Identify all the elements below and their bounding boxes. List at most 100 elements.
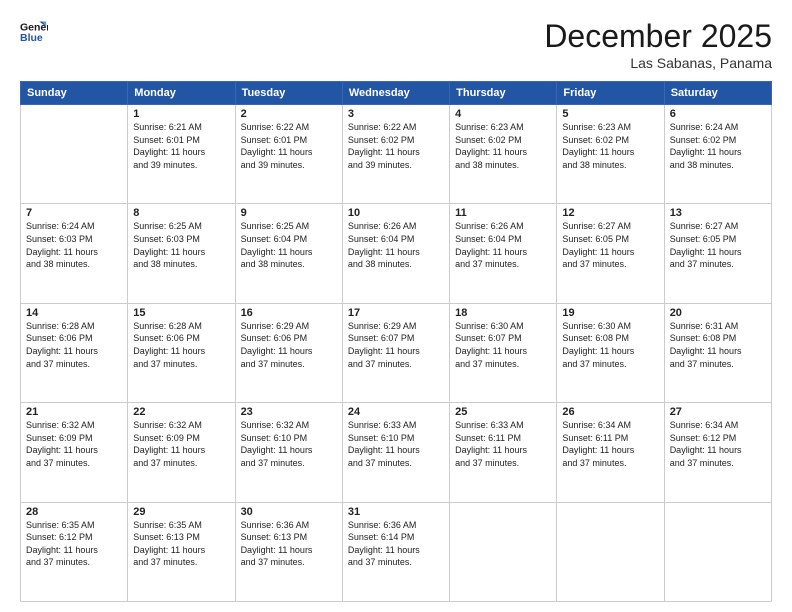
calendar-cell: 22Sunrise: 6:32 AM Sunset: 6:09 PM Dayli…	[128, 403, 235, 502]
day-number: 4	[455, 108, 551, 120]
weekday-header-tuesday: Tuesday	[235, 82, 342, 105]
calendar-cell: 11Sunrise: 6:26 AM Sunset: 6:04 PM Dayli…	[450, 204, 557, 303]
day-number: 14	[26, 307, 122, 319]
calendar-cell: 13Sunrise: 6:27 AM Sunset: 6:05 PM Dayli…	[664, 204, 771, 303]
day-info: Sunrise: 6:21 AM Sunset: 6:01 PM Dayligh…	[133, 121, 229, 171]
day-info: Sunrise: 6:27 AM Sunset: 6:05 PM Dayligh…	[670, 220, 766, 270]
day-number: 23	[241, 406, 337, 418]
calendar-cell: 23Sunrise: 6:32 AM Sunset: 6:10 PM Dayli…	[235, 403, 342, 502]
day-info: Sunrise: 6:32 AM Sunset: 6:10 PM Dayligh…	[241, 419, 337, 469]
calendar-cell: 25Sunrise: 6:33 AM Sunset: 6:11 PM Dayli…	[450, 403, 557, 502]
svg-text:Blue: Blue	[20, 32, 43, 44]
location: Las Sabanas, Panama	[544, 55, 772, 71]
calendar-cell: 2Sunrise: 6:22 AM Sunset: 6:01 PM Daylig…	[235, 105, 342, 204]
calendar-cell: 14Sunrise: 6:28 AM Sunset: 6:06 PM Dayli…	[21, 303, 128, 402]
calendar-cell: 15Sunrise: 6:28 AM Sunset: 6:06 PM Dayli…	[128, 303, 235, 402]
calendar-cell	[21, 105, 128, 204]
calendar-cell: 12Sunrise: 6:27 AM Sunset: 6:05 PM Dayli…	[557, 204, 664, 303]
calendar-cell: 26Sunrise: 6:34 AM Sunset: 6:11 PM Dayli…	[557, 403, 664, 502]
day-number: 1	[133, 108, 229, 120]
day-info: Sunrise: 6:22 AM Sunset: 6:02 PM Dayligh…	[348, 121, 444, 171]
day-number: 8	[133, 207, 229, 219]
calendar-cell: 30Sunrise: 6:36 AM Sunset: 6:13 PM Dayli…	[235, 502, 342, 601]
day-number: 11	[455, 207, 551, 219]
day-info: Sunrise: 6:27 AM Sunset: 6:05 PM Dayligh…	[562, 220, 658, 270]
day-number: 16	[241, 307, 337, 319]
day-number: 20	[670, 307, 766, 319]
calendar-cell: 21Sunrise: 6:32 AM Sunset: 6:09 PM Dayli…	[21, 403, 128, 502]
weekday-header-saturday: Saturday	[664, 82, 771, 105]
day-number: 17	[348, 307, 444, 319]
day-info: Sunrise: 6:30 AM Sunset: 6:07 PM Dayligh…	[455, 320, 551, 370]
day-number: 13	[670, 207, 766, 219]
calendar-cell	[450, 502, 557, 601]
day-info: Sunrise: 6:30 AM Sunset: 6:08 PM Dayligh…	[562, 320, 658, 370]
day-number: 30	[241, 506, 337, 518]
day-info: Sunrise: 6:26 AM Sunset: 6:04 PM Dayligh…	[455, 220, 551, 270]
calendar-cell: 4Sunrise: 6:23 AM Sunset: 6:02 PM Daylig…	[450, 105, 557, 204]
calendar-cell: 16Sunrise: 6:29 AM Sunset: 6:06 PM Dayli…	[235, 303, 342, 402]
logo: General Blue	[20, 18, 48, 46]
day-info: Sunrise: 6:24 AM Sunset: 6:02 PM Dayligh…	[670, 121, 766, 171]
day-info: Sunrise: 6:31 AM Sunset: 6:08 PM Dayligh…	[670, 320, 766, 370]
day-number: 5	[562, 108, 658, 120]
calendar-cell: 10Sunrise: 6:26 AM Sunset: 6:04 PM Dayli…	[342, 204, 449, 303]
day-number: 9	[241, 207, 337, 219]
day-number: 29	[133, 506, 229, 518]
week-row-3: 21 Sunrise: 6:32 AM Sunset: 6:09 PM Dayli…	[21, 403, 772, 502]
day-info: Sunrise: 6:22 AM Sunset: 6:01 PM Dayligh…	[241, 121, 337, 171]
day-info: Sunrise: 6:36 AM Sunset: 6:14 PM Dayligh…	[348, 519, 444, 569]
day-info: Sunrise: 6:28 AM Sunset: 6:06 PM Dayligh…	[26, 320, 122, 370]
day-info: Sunrise: 6:25 AM Sunset: 6:03 PM Dayligh…	[133, 220, 229, 270]
day-number: 24	[348, 406, 444, 418]
day-info: Sunrise: 6:32 AM Sunset: 6:09 PM Dayligh…	[133, 419, 229, 469]
day-info: Sunrise: 6:34 AM Sunset: 6:12 PM Dayligh…	[670, 419, 766, 469]
day-info: Sunrise: 6:33 AM Sunset: 6:11 PM Dayligh…	[455, 419, 551, 469]
week-row-0: 1Sunrise: 6:21 AM Sunset: 6:01 PM Daylig…	[21, 105, 772, 204]
weekday-header-row: SundayMondayTuesdayWednesdayThursdayFrid…	[21, 82, 772, 105]
day-info: Sunrise: 6:24 AM Sunset: 6:03 PM Dayligh…	[26, 220, 122, 270]
calendar-cell: 5Sunrise: 6:23 AM Sunset: 6:02 PM Daylig…	[557, 105, 664, 204]
calendar-cell: 1Sunrise: 6:21 AM Sunset: 6:01 PM Daylig…	[128, 105, 235, 204]
calendar-cell: 29Sunrise: 6:35 AM Sunset: 6:13 PM Dayli…	[128, 502, 235, 601]
day-number: 7	[26, 207, 122, 219]
logo-icon: General Blue	[20, 18, 48, 46]
day-number: 21	[26, 406, 122, 418]
title-block: December 2025 Las Sabanas, Panama	[544, 18, 772, 71]
day-info: Sunrise: 6:25 AM Sunset: 6:04 PM Dayligh…	[241, 220, 337, 270]
calendar-cell: 24Sunrise: 6:33 AM Sunset: 6:10 PM Dayli…	[342, 403, 449, 502]
calendar-cell	[664, 502, 771, 601]
day-info: Sunrise: 6:23 AM Sunset: 6:02 PM Dayligh…	[562, 121, 658, 171]
day-info: Sunrise: 6:29 AM Sunset: 6:06 PM Dayligh…	[241, 320, 337, 370]
calendar-cell: 8Sunrise: 6:25 AM Sunset: 6:03 PM Daylig…	[128, 204, 235, 303]
calendar-cell: 3Sunrise: 6:22 AM Sunset: 6:02 PM Daylig…	[342, 105, 449, 204]
calendar-cell: 17Sunrise: 6:29 AM Sunset: 6:07 PM Dayli…	[342, 303, 449, 402]
day-number: 31	[348, 506, 444, 518]
weekday-header-wednesday: Wednesday	[342, 82, 449, 105]
week-row-4: 28Sunrise: 6:35 AM Sunset: 6:12 PM Dayli…	[21, 502, 772, 601]
day-info: Sunrise: 6:35 AM Sunset: 6:13 PM Dayligh…	[133, 519, 229, 569]
calendar-cell: 6Sunrise: 6:24 AM Sunset: 6:02 PM Daylig…	[664, 105, 771, 204]
day-info: Sunrise: 6:23 AM Sunset: 6:02 PM Dayligh…	[455, 121, 551, 171]
day-number: 27	[670, 406, 766, 418]
calendar-cell: 19Sunrise: 6:30 AM Sunset: 6:08 PM Dayli…	[557, 303, 664, 402]
weekday-header-friday: Friday	[557, 82, 664, 105]
day-number: 12	[562, 207, 658, 219]
day-info: Sunrise: 6:29 AM Sunset: 6:07 PM Dayligh…	[348, 320, 444, 370]
day-info: Sunrise: 6:34 AM Sunset: 6:11 PM Dayligh…	[562, 419, 658, 469]
day-number: 19	[562, 307, 658, 319]
weekday-header-sunday: Sunday	[21, 82, 128, 105]
day-info: Sunrise: 6:28 AM Sunset: 6:06 PM Dayligh…	[133, 320, 229, 370]
day-number: 18	[455, 307, 551, 319]
day-info: Sunrise: 6:36 AM Sunset: 6:13 PM Dayligh…	[241, 519, 337, 569]
week-row-2: 14Sunrise: 6:28 AM Sunset: 6:06 PM Dayli…	[21, 303, 772, 402]
calendar-table: SundayMondayTuesdayWednesdayThursdayFrid…	[20, 81, 772, 602]
week-row-1: 7Sunrise: 6:24 AM Sunset: 6:03 PM Daylig…	[21, 204, 772, 303]
day-info: Sunrise: 6:26 AM Sunset: 6:04 PM Dayligh…	[348, 220, 444, 270]
day-number: 3	[348, 108, 444, 120]
calendar-cell: 9Sunrise: 6:25 AM Sunset: 6:04 PM Daylig…	[235, 204, 342, 303]
calendar-cell: 28Sunrise: 6:35 AM Sunset: 6:12 PM Dayli…	[21, 502, 128, 601]
day-number: 26	[562, 406, 658, 418]
calendar-cell: 27Sunrise: 6:34 AM Sunset: 6:12 PM Dayli…	[664, 403, 771, 502]
day-number: 10	[348, 207, 444, 219]
